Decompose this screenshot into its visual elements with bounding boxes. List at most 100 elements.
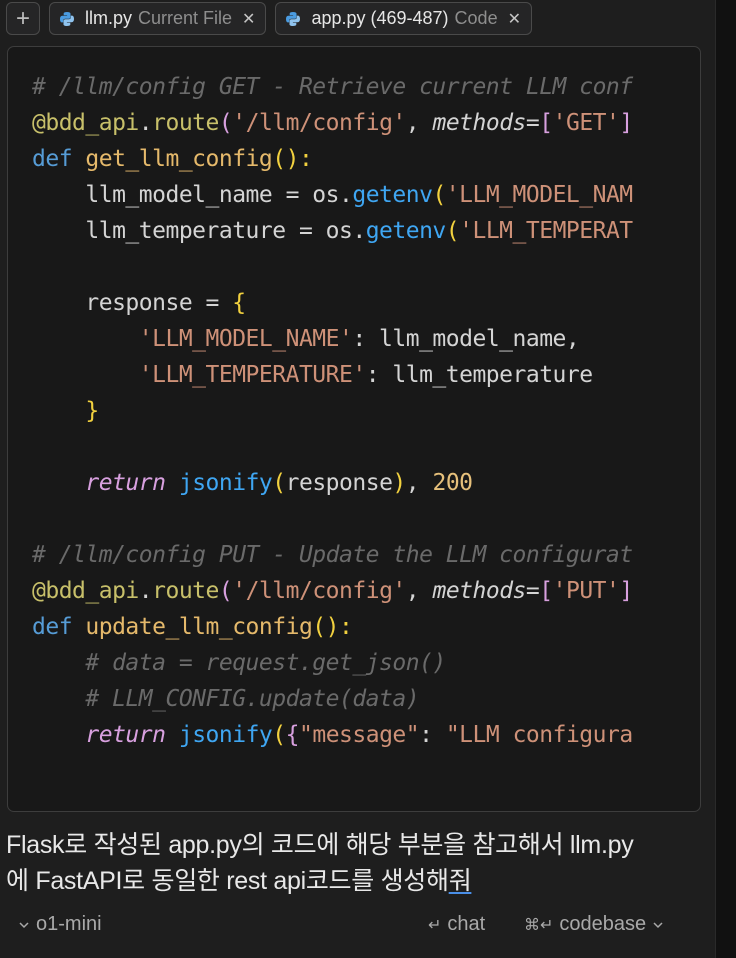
prompt-line-2: 에 FastAPI로 동일한 rest api코드를 생성해줘 xyxy=(6,863,706,899)
code-token: 'PUT' xyxy=(552,578,620,604)
code-token: getenv xyxy=(352,182,433,208)
code-token: ) xyxy=(392,470,406,496)
chevron-down-icon xyxy=(19,921,29,928)
code-token: 'LLM_TEMPERAT xyxy=(459,218,633,244)
code-token: [ xyxy=(539,578,553,604)
code-token: = xyxy=(525,110,540,136)
code-token: # data = request.get_json() xyxy=(32,650,446,676)
chevron-down-icon xyxy=(653,921,663,928)
code-token: route xyxy=(152,578,219,604)
prompt-input[interactable]: Flask로 작성된 app.py의 코드에 해당 부분을 참고해서 llm.p… xyxy=(6,827,706,899)
prompt-line-1: Flask로 작성된 app.py의 코드에 해당 부분을 참고해서 llm.p… xyxy=(6,831,634,859)
code-token: } xyxy=(85,398,99,424)
code-token: response = xyxy=(32,290,233,316)
code-token: route xyxy=(152,110,219,136)
code-token: (): xyxy=(272,146,313,172)
code-token: "LLM configura xyxy=(445,722,633,748)
code-token: 'LLM_TEMPERATURE' xyxy=(138,362,366,388)
code-token: return xyxy=(85,470,166,496)
code-token: . xyxy=(138,110,153,136)
code-token: @bdd_api xyxy=(32,110,139,136)
code-token: 'LLM_MODEL_NAME' xyxy=(138,326,353,352)
codebase-label: codebase xyxy=(559,913,647,935)
code-token: '/llm/config' xyxy=(232,110,406,136)
chip-file-name: llm.py xyxy=(85,8,133,28)
code-token: { xyxy=(285,722,300,748)
code-token: @bdd_api xyxy=(32,578,139,604)
code-token: , xyxy=(405,470,433,496)
code-token: ( xyxy=(218,578,233,604)
code-line: # /llm/config PUT - Update the LLM confi… xyxy=(32,537,684,573)
code-snippet-block[interactable]: # /llm/config GET - Retrieve current LLM… xyxy=(7,46,701,812)
code-token: . xyxy=(138,578,153,604)
code-token: ] xyxy=(619,110,633,136)
model-selector[interactable]: o1-mini xyxy=(18,913,102,936)
code-line: 'LLM_MODEL_NAME': llm_model_name, xyxy=(32,321,684,357)
code-token: def xyxy=(32,146,86,172)
chat-label: chat xyxy=(447,913,486,935)
python-icon xyxy=(286,11,301,26)
code-token: "message" xyxy=(299,722,420,748)
add-context-button[interactable]: + xyxy=(6,2,40,35)
code-token: 200 xyxy=(432,470,473,496)
context-chip-row: + llm.py Current File ✕ app.py (469-487)… xyxy=(6,2,716,35)
code-token: # /llm/config PUT - Update the LLM confi… xyxy=(32,542,633,568)
chip-tag: Code xyxy=(454,8,498,28)
code-line: llm_model_name = os.getenv('LLM_MODEL_NA… xyxy=(32,177,684,213)
code-token: , xyxy=(405,110,433,136)
code-token: '/llm/config' xyxy=(232,578,406,604)
code-line: @bdd_api.route('/llm/config', methods=['… xyxy=(32,573,684,609)
code-token: update_llm_config xyxy=(85,614,313,640)
code-token: [ xyxy=(539,110,553,136)
context-chip-llm-py[interactable]: llm.py Current File ✕ xyxy=(49,2,267,35)
enter-icon: ↵ xyxy=(428,916,442,934)
chat-submit-button[interactable]: ↵ chat xyxy=(428,913,485,936)
code-token: def xyxy=(32,614,86,640)
code-line: def get_llm_config(): xyxy=(32,141,684,177)
close-icon[interactable]: ✕ xyxy=(242,9,255,29)
code-line: # data = request.get_json() xyxy=(32,645,684,681)
code-token: : llm_temperature xyxy=(365,362,593,388)
code-line: # /llm/config GET - Retrieve current LLM… xyxy=(32,69,684,105)
code-token: : xyxy=(419,722,446,748)
code-line: @bdd_api.route('/llm/config', methods=['… xyxy=(32,105,684,141)
code-token: (): xyxy=(312,614,353,640)
chat-input-toolbar: o1-mini ↵ chat ⌘↵ codebase xyxy=(0,908,715,944)
plus-icon: + xyxy=(15,4,30,32)
code-token: jsonify xyxy=(178,722,273,748)
code-line: llm_temperature = os.getenv('LLM_TEMPERA… xyxy=(32,213,684,249)
code-token: ( xyxy=(272,470,286,496)
code-line: return jsonify(response), 200 xyxy=(32,465,684,501)
code-token: methods xyxy=(432,110,526,136)
code-line: # LLM_CONFIG.update(data) xyxy=(32,681,684,717)
chip-tag: Current File xyxy=(138,8,233,28)
code-token: { xyxy=(232,290,246,316)
code-token: ] xyxy=(619,578,633,604)
context-chip-app-py[interactable]: app.py (469-487) Code ✕ xyxy=(275,2,532,35)
model-label: o1-mini xyxy=(36,913,102,935)
code-line: return jsonify({"message": "LLM configur… xyxy=(32,717,684,753)
cmd-enter-icon: ⌘↵ xyxy=(524,916,554,934)
code-line: def update_llm_config(): xyxy=(32,609,684,645)
code-token: llm_model_name = os. xyxy=(32,182,353,208)
code-token: , xyxy=(405,578,433,604)
code-token: get_llm_config xyxy=(85,146,273,172)
code-token: 'GET' xyxy=(552,110,620,136)
code-line: response = { xyxy=(32,285,684,321)
prompt-line-2-text: 에 FastAPI로 동일한 rest api코드를 생성해 xyxy=(6,867,449,895)
code-token: ( xyxy=(432,182,446,208)
codebase-submit-button[interactable]: ⌘↵ codebase xyxy=(524,913,664,936)
code-token: jsonify xyxy=(178,470,273,496)
close-icon[interactable]: ✕ xyxy=(508,9,521,29)
code-token: 'LLM_MODEL_NAM xyxy=(445,182,633,208)
code-token: # LLM_CONFIG.update(data) xyxy=(32,686,420,712)
code-token: = xyxy=(525,578,540,604)
code-token: return xyxy=(85,722,166,748)
code-token: response xyxy=(285,470,393,496)
prompt-line-2-underlined: 줘 xyxy=(448,867,472,895)
